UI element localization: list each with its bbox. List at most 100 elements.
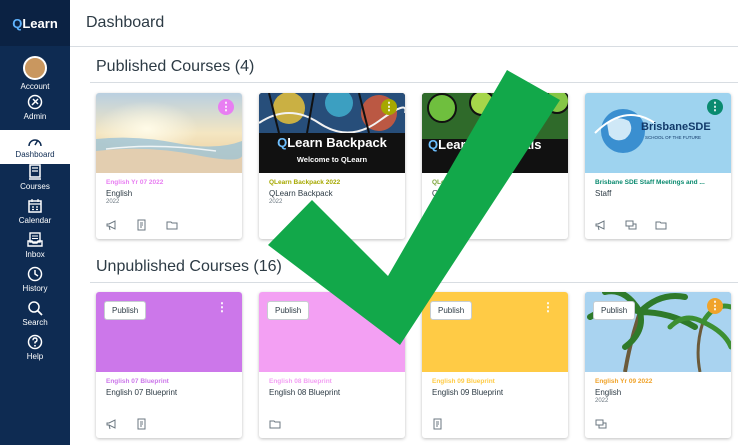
- course-card-english-09-blueprint[interactable]: Publish ⋮ English 09 Blueprint English 0…: [422, 292, 568, 438]
- course-name: QLearn Essentials: [432, 189, 498, 198]
- course-code[interactable]: English Yr 09 2022: [595, 378, 725, 385]
- course-name: English: [595, 388, 622, 397]
- calendar-icon: [28, 199, 42, 213]
- section-divider: [90, 282, 738, 283]
- section-divider: [90, 82, 738, 83]
- nav-help-label: Help: [26, 352, 44, 361]
- course-code[interactable]: English 09 Blueprint: [432, 378, 562, 385]
- discussions-icon[interactable]: [595, 418, 607, 430]
- nav-inbox[interactable]: Inbox: [0, 232, 70, 259]
- course-card-body: English Yr 09 2022 English 2022: [595, 378, 725, 404]
- kebab-menu-icon[interactable]: ⋮: [707, 99, 723, 115]
- nav-dashboard[interactable]: Dashboard: [0, 130, 70, 164]
- nav-calendar-label: Calendar: [18, 216, 52, 225]
- course-card-actions: [106, 219, 178, 231]
- nav-help[interactable]: Help: [0, 334, 70, 361]
- course-name: Staff: [595, 189, 612, 198]
- unpublished-courses-heading: Unpublished Courses (16): [96, 258, 282, 275]
- nav-account[interactable]: Account: [0, 56, 70, 91]
- banner-title: QLearn Essentials: [428, 137, 542, 152]
- course-card-english-07-blueprint[interactable]: Publish ⋮ English 07 Blueprint English 0…: [96, 292, 242, 438]
- nav-history[interactable]: History: [0, 266, 70, 293]
- course-card-actions: [432, 418, 444, 430]
- dashboard-icon: [28, 139, 42, 147]
- course-card-actions: [595, 219, 667, 231]
- publish-button[interactable]: Publish: [593, 301, 636, 320]
- kebab-menu-icon[interactable]: ⋮: [707, 298, 723, 314]
- course-name: English 07 Blueprint: [106, 388, 178, 397]
- course-card-actions: [269, 418, 281, 430]
- publish-button[interactable]: Publish: [104, 301, 147, 320]
- publish-button[interactable]: Publish: [267, 301, 310, 320]
- announcements-icon[interactable]: [595, 219, 607, 231]
- nav-account-label: Account: [20, 82, 50, 91]
- qlearn-logo[interactable]: Q Learn: [0, 0, 70, 46]
- course-term: 2022: [106, 199, 120, 205]
- course-card-qlearn-essentials[interactable]: QLearn Essentials QLearn QLearn Essentia…: [422, 93, 568, 239]
- announcements-icon[interactable]: [106, 418, 118, 430]
- course-code[interactable]: QLearn Backpack 2022: [269, 179, 399, 186]
- discussions-icon[interactable]: [625, 219, 637, 231]
- nav-inbox-label: Inbox: [25, 250, 45, 259]
- course-card-english-yr07[interactable]: ⋮ English Yr 07 2022 English 2022: [96, 93, 242, 239]
- course-code[interactable]: English Yr 07 2022: [106, 179, 236, 186]
- banner-title: BrisbaneSDE: [641, 121, 711, 133]
- kebab-menu-icon[interactable]: ⋮: [542, 300, 554, 314]
- kebab-menu-icon[interactable]: ⋮: [216, 300, 228, 314]
- course-card-body: English 09 Blueprint English 09 Blueprin…: [432, 378, 562, 397]
- files-icon[interactable]: [269, 418, 281, 430]
- course-card-actions: [595, 418, 607, 430]
- course-card-english-yr09[interactable]: Publish ⋮ English Yr 09 2022 English 202…: [585, 292, 731, 438]
- help-icon: [27, 334, 43, 350]
- course-name: English: [106, 189, 133, 198]
- nav-dashboard-label: Dashboard: [15, 150, 55, 159]
- assignments-icon[interactable]: [432, 418, 444, 430]
- kebab-menu-icon[interactable]: ⋮: [218, 99, 234, 115]
- course-card-body: Brisbane SDE Staff Meetings and ... Staf…: [595, 179, 725, 198]
- announcements-icon[interactable]: [106, 219, 118, 231]
- course-term: 2022: [432, 199, 446, 205]
- kebab-menu-icon[interactable]: ⋮: [379, 300, 391, 314]
- courses-icon: [29, 164, 41, 180]
- page-title: Dashboard: [86, 14, 165, 31]
- course-card-body: English 08 Blueprint English 08 Blueprin…: [269, 378, 399, 397]
- nav-courses-label: Courses: [20, 182, 50, 191]
- course-card-qlearn-backpack[interactable]: QLearn Backpack Welcome to QLearn ⋮ QLea…: [259, 93, 405, 239]
- nav-search-label: Search: [22, 318, 48, 327]
- kebab-menu-icon[interactable]: ⋮: [381, 99, 397, 115]
- course-card-image[interactable]: QLearn Essentials QLearn: [422, 93, 568, 173]
- files-icon[interactable]: [655, 219, 667, 231]
- course-card-body: English Yr 07 2022 English 2022: [106, 179, 236, 205]
- course-card-body: English 07 Blueprint English 07 Blueprin…: [106, 378, 236, 397]
- assignments-icon[interactable]: [136, 219, 148, 231]
- history-icon: [27, 266, 43, 282]
- nav-admin[interactable]: Admin: [0, 94, 70, 121]
- course-name: QLearn Backpack: [269, 189, 333, 198]
- course-code[interactable]: Brisbane SDE Staff Meetings and ...: [595, 179, 725, 186]
- global-navigation: Q Learn Account Admin Dashboard Courses C…: [0, 0, 70, 445]
- account-avatar: [23, 56, 47, 80]
- course-card-body: QLearn Backpack 2022 QLearn Backpack 202…: [269, 179, 399, 205]
- nav-admin-label: Admin: [23, 112, 47, 121]
- inbox-icon: [27, 232, 43, 247]
- assignments-icon[interactable]: [136, 418, 148, 430]
- published-courses-heading: Published Courses (4): [96, 58, 255, 75]
- nav-calendar[interactable]: Calendar: [0, 198, 70, 225]
- main-content: Dashboard Published Courses (4) ⋮ Englis…: [70, 0, 738, 445]
- course-code[interactable]: English 08 Blueprint: [269, 378, 399, 385]
- course-card-english-08-blueprint[interactable]: Publish ⋮ English 08 Blueprint English 0…: [259, 292, 405, 438]
- nav-search[interactable]: Search: [0, 300, 70, 327]
- course-card-actions: [106, 418, 148, 430]
- banner-subtitle: QLearn: [482, 157, 508, 164]
- course-code[interactable]: QLearn Essentials 2022: [432, 179, 562, 186]
- course-code[interactable]: English 07 Blueprint: [106, 378, 236, 385]
- nav-courses[interactable]: Courses: [0, 164, 70, 191]
- course-card-brisbane-sde-staff[interactable]: BrisbaneSDE SCHOOL OF THE FUTURE ⋮ Brisb…: [585, 93, 731, 239]
- files-icon[interactable]: [166, 219, 178, 231]
- course-term: 2022: [595, 398, 609, 404]
- page-header: Dashboard: [70, 0, 738, 47]
- banner-subtitle: Welcome to QLearn: [296, 155, 368, 164]
- banner-title: QLearn Backpack: [277, 135, 387, 150]
- course-term: 2022: [269, 199, 283, 205]
- publish-button[interactable]: Publish: [430, 301, 473, 320]
